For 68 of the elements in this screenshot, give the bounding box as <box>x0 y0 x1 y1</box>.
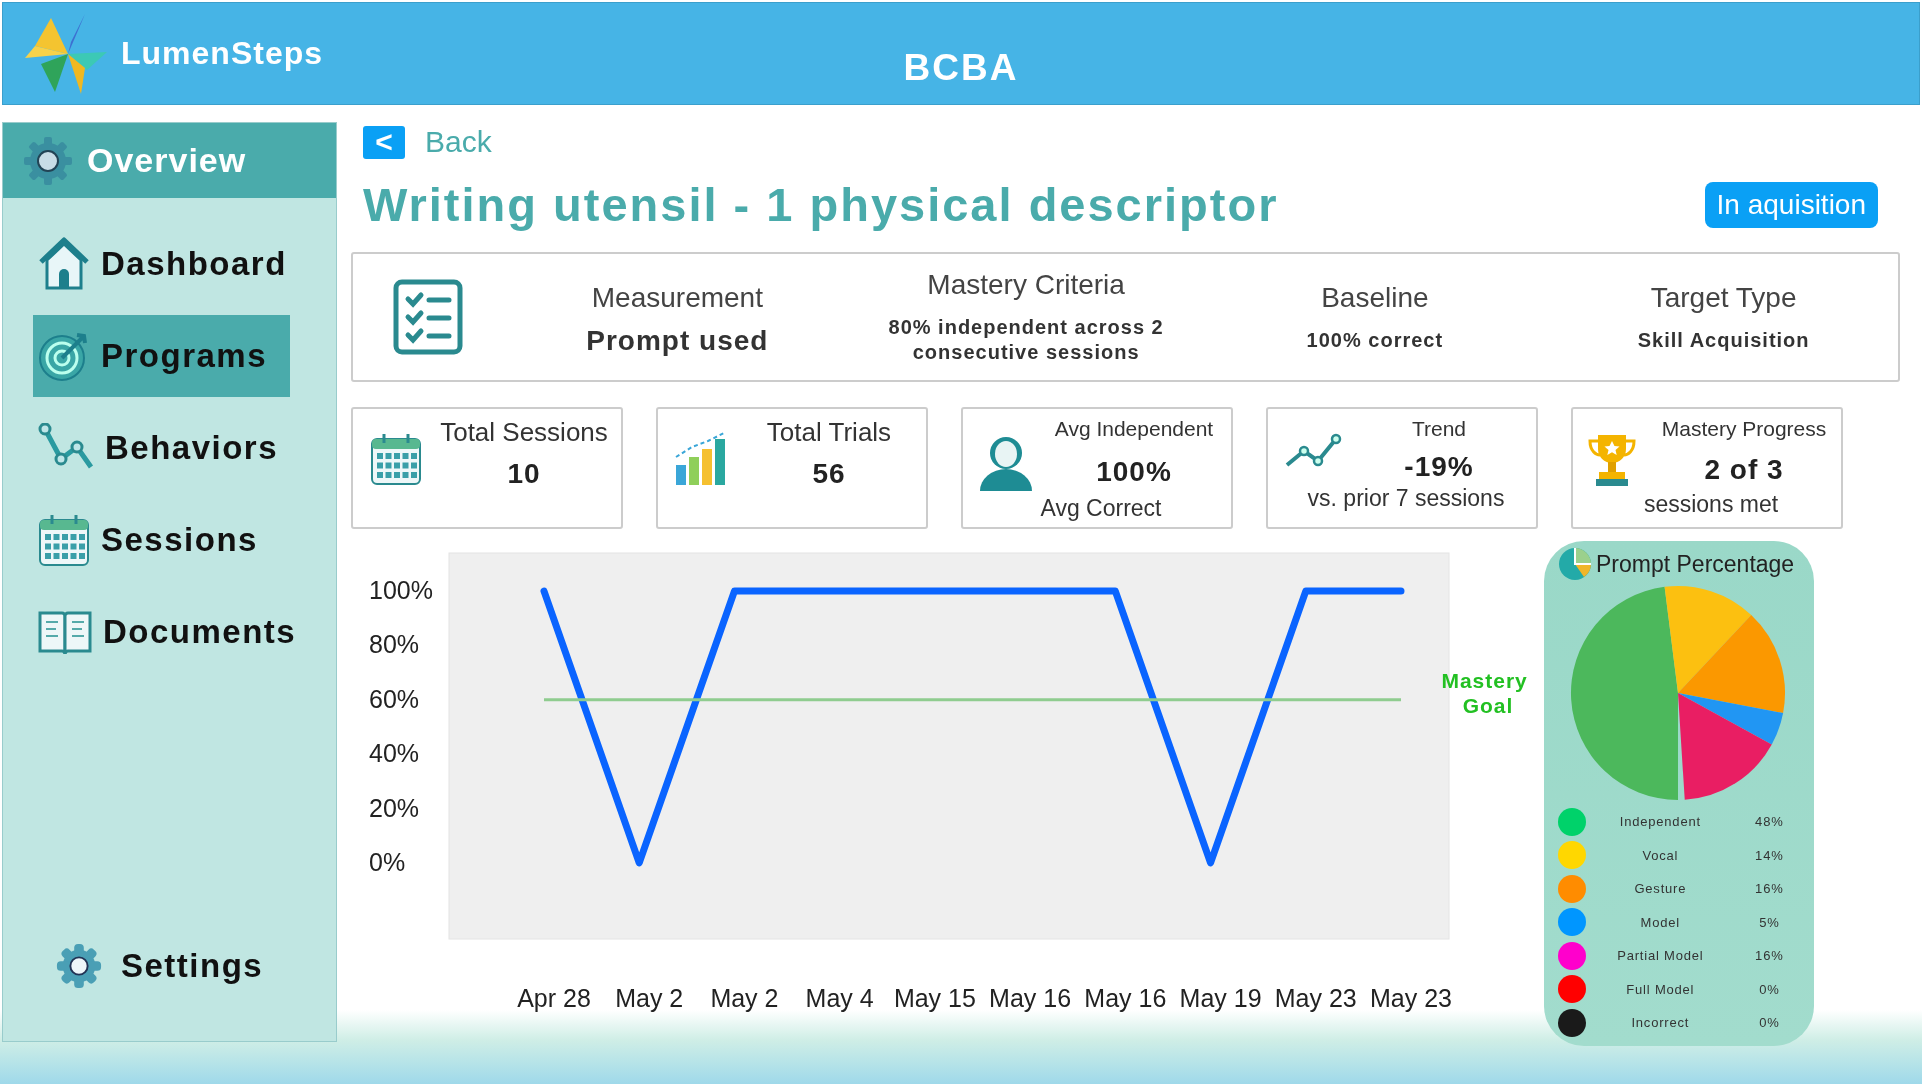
y-axis-label: 0% <box>369 847 406 876</box>
x-axis-label: May 19 <box>1179 984 1262 1012</box>
legend-percent: 5% <box>1758 914 1781 930</box>
y-axis-label: 100% <box>369 576 433 605</box>
legend-label: Incorrect <box>1630 1015 1691 1031</box>
nav-item[interactable]: Documents <box>33 591 305 673</box>
x-axis-label: May 15 <box>893 984 976 1012</box>
overview-header: Overview <box>3 123 336 198</box>
legend-label: Model <box>1639 914 1682 930</box>
stat-title: Total Sessions <box>440 417 608 448</box>
house-icon <box>37 236 91 292</box>
x-axis-label: May 2 <box>710 984 779 1012</box>
panel-title: Prompt Percentage <box>1596 550 1795 578</box>
program-title: Writing utensil - 1 physical descriptor <box>363 177 1279 232</box>
stat-note: vs. prior 7 sessions <box>1307 485 1505 512</box>
detail-label: Measurement <box>591 281 763 314</box>
mastery-goal-label: Mastery Goal <box>1441 668 1528 717</box>
legend-label: Independent <box>1618 814 1702 830</box>
legend-percent: 0% <box>1758 981 1781 997</box>
y-axis-label: 60% <box>369 684 420 713</box>
detail-label: Target Type <box>1650 281 1797 314</box>
x-axis-label: May 2 <box>615 984 684 1012</box>
legend-percent: 0% <box>1758 1015 1781 1031</box>
nav-item[interactable]: Sessions <box>33 499 290 581</box>
detail-value: Skill Acquisition <box>1637 327 1810 353</box>
detail-value: 80% independent across 2 consecutive sessions <box>887 315 1165 365</box>
stat-title: Mastery Progress <box>1661 417 1827 442</box>
stat-value: -19% <box>1404 451 1474 483</box>
checklist-icon <box>393 279 463 355</box>
legend-label: Partial Model <box>1616 948 1705 964</box>
x-axis-label: Apr 28 <box>517 984 591 1012</box>
legend-percent: 16% <box>1754 881 1785 897</box>
stat-note: Avg Correct <box>1040 495 1162 522</box>
x-axis-label: May 4 <box>805 984 874 1012</box>
legend-label: Gesture <box>1633 881 1688 897</box>
settings-button[interactable]: Settings <box>3 936 336 996</box>
stat-value: 2 of 3 <box>1704 454 1784 487</box>
x-axis-label: May 23 <box>1370 984 1452 1012</box>
x-axis-label: May 16 <box>1084 984 1167 1012</box>
x-axis-label: May 16 <box>989 984 1072 1012</box>
y-axis-label: 80% <box>369 630 420 659</box>
stat-value: 56 <box>812 458 846 490</box>
detail-value: 100% correct <box>1306 327 1444 353</box>
x-axis-label: May 23 <box>1274 984 1357 1012</box>
detail-label: Baseline <box>1321 281 1429 314</box>
stat-title: Trend <box>1411 417 1467 441</box>
stat-note: sessions met <box>1643 491 1779 518</box>
nav-item[interactable]: Programs <box>33 315 290 397</box>
stat-title: Avg Independent <box>1054 417 1214 442</box>
detail-label: Mastery Criteria <box>927 269 1125 301</box>
legend-label: Vocal <box>1641 847 1680 863</box>
calendar-icon <box>37 512 91 568</box>
legend-label: Full Model <box>1625 981 1696 997</box>
stat-title: Total Trials <box>766 417 892 448</box>
brand-name: LumenSteps <box>121 35 324 72</box>
legend-percent: 14% <box>1754 847 1785 863</box>
app-title: BCBA <box>903 47 1019 88</box>
nav-item[interactable]: Behaviors <box>33 407 290 489</box>
legend-percent: 48% <box>1754 814 1785 830</box>
legend-percent: 16% <box>1754 948 1785 964</box>
y-axis-label: 40% <box>369 739 420 768</box>
y-axis-label: 20% <box>369 793 420 822</box>
stat-value: 10 <box>507 458 541 490</box>
nav-item[interactable]: Dashboard <box>33 223 295 305</box>
pie-chart-icon <box>1558 547 1592 581</box>
settings-icon <box>55 942 103 990</box>
gear-icon <box>23 135 73 186</box>
stat-value: 100% <box>1096 456 1172 489</box>
